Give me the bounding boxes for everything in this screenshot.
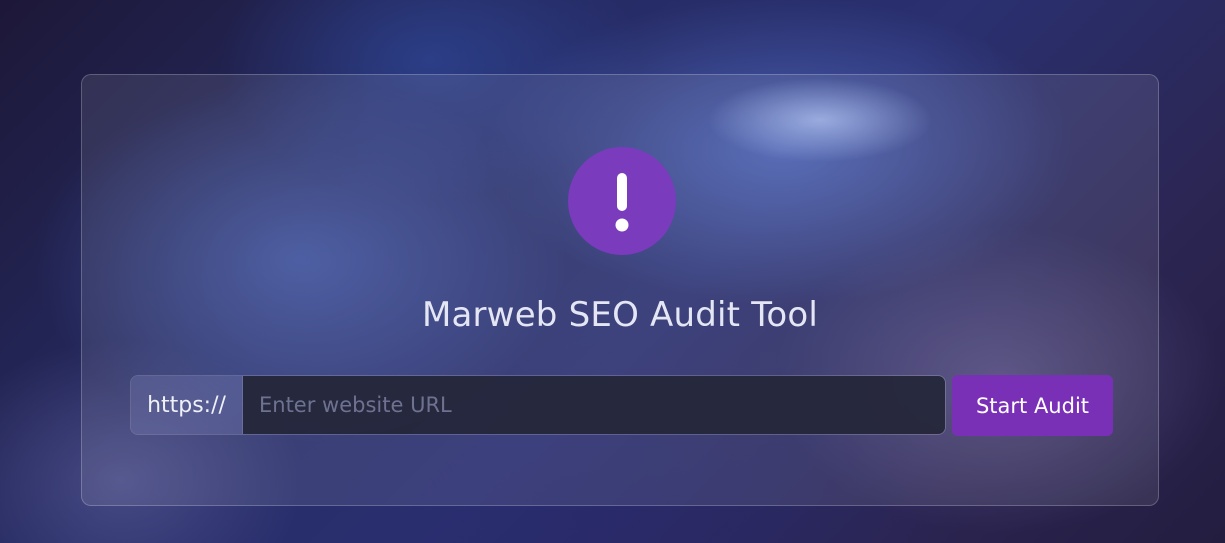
alert-circle-icon	[568, 147, 676, 255]
url-input-group: https://	[130, 375, 946, 435]
audit-card: Marweb SEO Audit Tool https:// Start Aud…	[81, 74, 1159, 506]
website-url-input[interactable]	[243, 376, 945, 434]
url-prefix-label: https://	[131, 376, 243, 434]
exclamation-icon	[615, 173, 629, 232]
start-audit-button[interactable]: Start Audit	[952, 375, 1113, 436]
page-title: Marweb SEO Audit Tool	[421, 295, 819, 335]
